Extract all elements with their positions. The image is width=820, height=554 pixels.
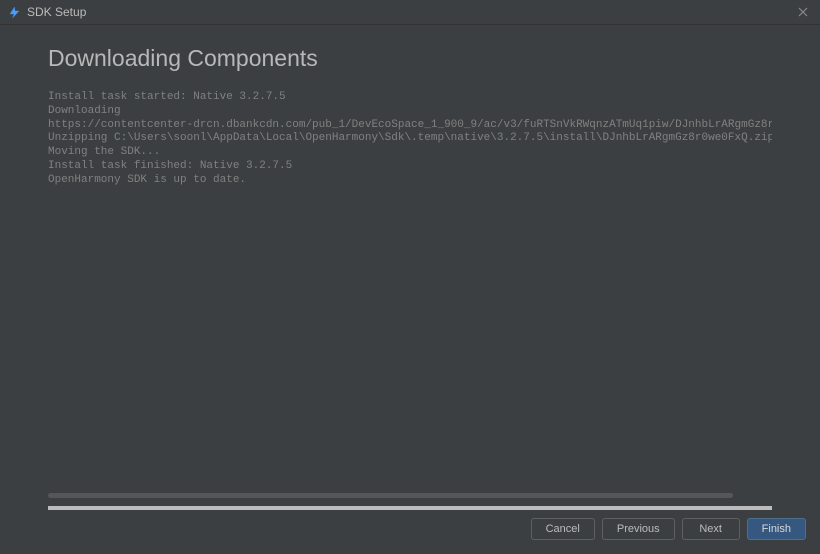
log-container: Install task started: Native 3.2.7.5 Dow… xyxy=(48,90,772,498)
cancel-button[interactable]: Cancel xyxy=(531,518,595,540)
content-area: Downloading Components Install task star… xyxy=(0,25,820,510)
window-title: SDK Setup xyxy=(27,5,794,19)
previous-button[interactable]: Previous xyxy=(602,518,675,540)
titlebar: SDK Setup xyxy=(0,0,820,25)
close-icon[interactable] xyxy=(794,3,812,21)
finish-button[interactable]: Finish xyxy=(747,518,806,540)
page-title: Downloading Components xyxy=(48,45,772,72)
log-output: Install task started: Native 3.2.7.5 Dow… xyxy=(48,90,772,188)
next-button[interactable]: Next xyxy=(682,518,740,540)
footer-buttons: Cancel Previous Next Finish xyxy=(531,518,806,540)
horizontal-scrollbar[interactable] xyxy=(48,493,733,498)
progress-bar xyxy=(48,506,772,510)
app-icon xyxy=(8,6,21,19)
